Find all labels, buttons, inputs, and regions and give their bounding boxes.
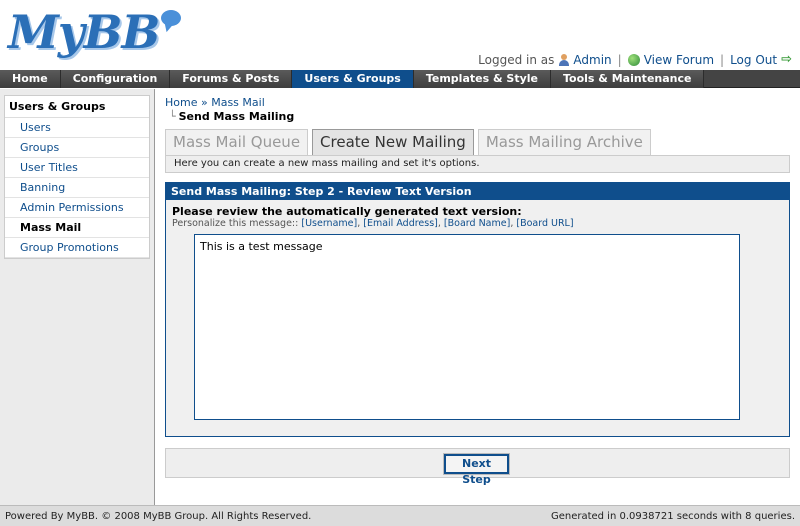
token-board-url[interactable]: [Board URL]: [516, 218, 573, 229]
sidebar-nav: Users & Groups Users Groups User Titles …: [4, 95, 150, 259]
sidebar-title: Users & Groups: [5, 96, 149, 118]
message-textarea[interactable]: This is a test message: [194, 234, 740, 420]
tab-mass-mail-queue[interactable]: Mass Mail Queue: [165, 129, 309, 155]
footer: Powered By MyBB. © 2008 MyBB Group. All …: [0, 505, 800, 526]
menu-tab-users-groups[interactable]: Users & Groups: [292, 70, 414, 88]
globe-icon: [627, 53, 640, 66]
form-label: Please review the automatically generate…: [172, 205, 522, 218]
token-board-name[interactable]: [Board Name]: [444, 218, 510, 229]
sidebar-item-mass-mail[interactable]: Mass Mail: [5, 218, 149, 238]
sidebar-item-group-promotions[interactable]: Group Promotions: [5, 238, 149, 258]
sidebar-item-banning[interactable]: Banning: [5, 178, 149, 198]
tab-create-new-mailing[interactable]: Create New Mailing: [312, 129, 474, 156]
tab-mass-mailing-archive[interactable]: Mass Mailing Archive: [477, 129, 651, 155]
mass-mail-form: Send Mass Mailing: Step 2 - Review Text …: [165, 182, 790, 437]
sub-tabs: Mass Mail Queue Create New Mailing Mass …: [165, 129, 651, 156]
breadcrumb: Home » Mass Mail └ Send Mass Mailing: [165, 96, 790, 123]
main-content: Home » Mass Mail └ Send Mass Mailing Mass…: [165, 96, 790, 486]
form-header: Send Mass Mailing: Step 2 - Review Text …: [166, 183, 789, 200]
logo-text: MyBB: [8, 5, 160, 59]
menu-tab-forums-posts[interactable]: Forums & Posts: [170, 70, 293, 88]
sidebar-item-user-titles[interactable]: User Titles: [5, 158, 149, 178]
log-out-link[interactable]: Log Out: [730, 53, 777, 67]
menu-tab-tools-maintenance[interactable]: Tools & Maintenance: [550, 70, 705, 88]
personalize-hint: Personalize this message:: [Username], […: [172, 218, 574, 229]
menu-tab-configuration[interactable]: Configuration: [60, 70, 171, 88]
sidebar: Users & Groups Users Groups User Titles …: [0, 89, 155, 505]
breadcrumb-current: └ Send Mass Mailing: [169, 110, 790, 123]
sidebar-item-users[interactable]: Users: [5, 118, 149, 138]
user-icon: [558, 53, 570, 66]
footer-copyright: Powered By MyBB. © 2008 MyBB Group. All …: [5, 510, 312, 522]
sidebar-item-admin-permissions[interactable]: Admin Permissions: [5, 198, 149, 218]
user-bar: Logged in as Admin | View Forum | Log Ou…: [478, 52, 792, 67]
breadcrumb-home-link[interactable]: Home: [165, 96, 197, 109]
main-menu: Home Configuration Forums & Posts Users …: [0, 70, 800, 88]
mybb-logo[interactable]: MyBB: [8, 4, 182, 64]
token-username[interactable]: [Username]: [301, 218, 357, 229]
speech-bubble-icon: [161, 10, 182, 26]
breadcrumb-current-label: Send Mass Mailing: [178, 110, 295, 123]
next-step-button[interactable]: Next Step: [443, 453, 510, 486]
admin-profile-link[interactable]: Admin: [573, 53, 611, 67]
separator: |: [720, 52, 725, 67]
tab-description: Here you can create a new mass mailing a…: [165, 155, 790, 173]
arrow-right-icon: ⇨: [781, 52, 792, 67]
personalize-label: Personalize this message::: [172, 218, 299, 229]
token-email-address[interactable]: [Email Address]: [363, 218, 438, 229]
menu-tab-templates-style[interactable]: Templates & Style: [413, 70, 551, 88]
view-forum-link[interactable]: View Forum: [644, 53, 714, 67]
footer-generation-stats: Generated in 0.0938721 seconds with 8 qu…: [550, 510, 795, 522]
separator: |: [617, 52, 622, 67]
breadcrumb-mass-mail-link[interactable]: Mass Mail: [211, 96, 265, 109]
sidebar-item-groups[interactable]: Groups: [5, 138, 149, 158]
logged-in-label: Logged in as: [478, 52, 555, 67]
header: MyBB Logged in as Admin | View Forum | L…: [0, 0, 800, 70]
corner-icon: └: [169, 110, 176, 123]
button-bar: Next Step: [165, 448, 790, 486]
menu-tab-home[interactable]: Home: [0, 70, 61, 88]
breadcrumb-separator: »: [200, 96, 208, 109]
